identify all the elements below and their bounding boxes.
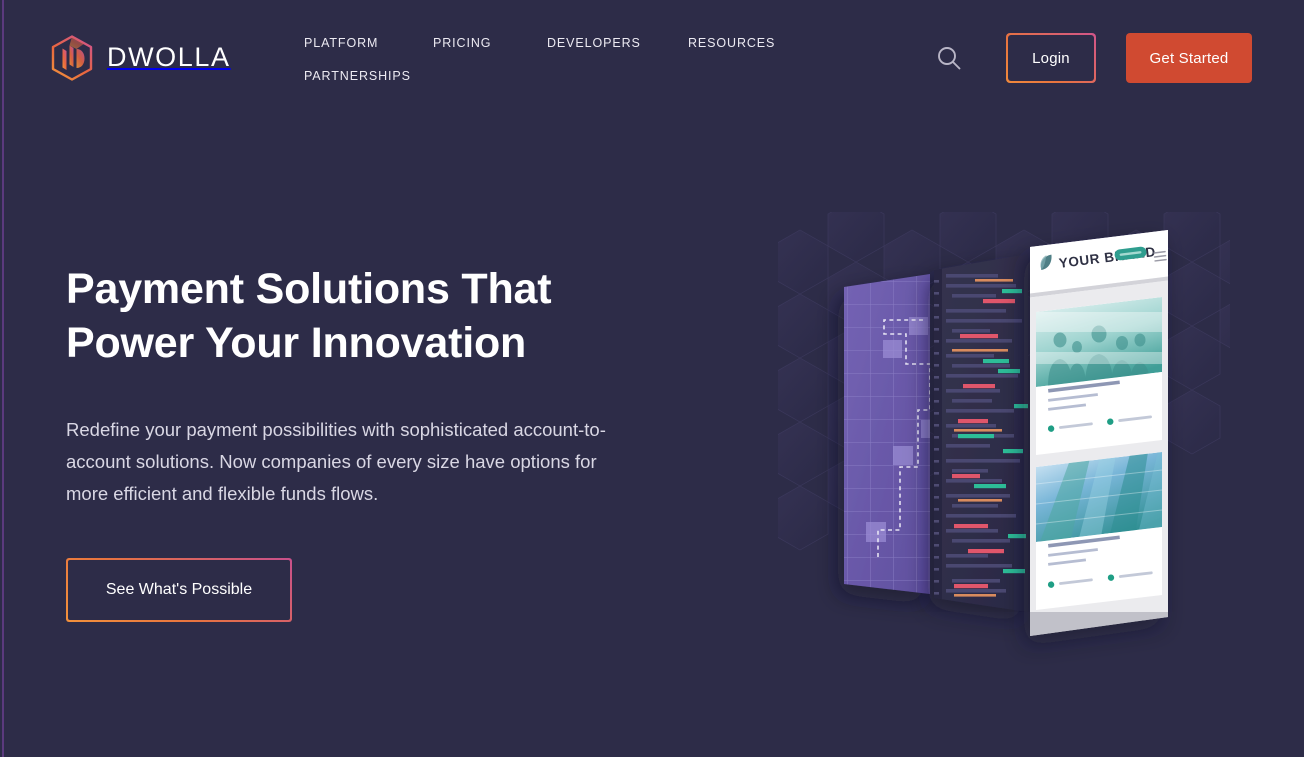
- login-button[interactable]: Login: [1006, 33, 1096, 83]
- brand-wordmark: DWOLLA: [107, 41, 231, 72]
- nav-item-resources[interactable]: RESOURCES: [688, 36, 775, 50]
- hero-illustration: YOUR BRAND: [778, 212, 1230, 668]
- nav-slot: PLATFORM: [304, 34, 433, 52]
- dwolla-hex-logo-icon: [51, 35, 93, 81]
- hero-subtitle: Redefine your payment possibilities with…: [66, 419, 606, 504]
- nav-slot: RESOURCES: [688, 34, 775, 52]
- hero-title-line-2: Power Your Innovation: [66, 319, 527, 367]
- see-whats-possible-button[interactable]: See What's Possible: [66, 558, 292, 622]
- site-header: DWOLLA PLATFORM PRICING DEVELOPERS RESOU…: [0, 0, 1304, 116]
- nav-row-primary: PLATFORM PRICING DEVELOPERS RESOURCES: [304, 34, 824, 52]
- search-icon: [938, 47, 961, 70]
- brand-logo-link[interactable]: DWOLLA: [50, 35, 231, 81]
- hero-title-line-1: Payment Solutions That: [66, 265, 552, 313]
- nav-item-partnerships[interactable]: PARTNERSHIPS: [304, 69, 411, 83]
- page-root: YOUR BRAND DWOLLA PLATFORM PRICING DEVEL…: [0, 0, 1304, 757]
- get-started-button[interactable]: Get Started: [1126, 33, 1252, 83]
- search-button[interactable]: [936, 45, 962, 71]
- nav-item-developers[interactable]: DEVELOPERS: [547, 36, 641, 50]
- see-whats-possible-label: See What's Possible: [68, 560, 290, 620]
- login-button-label: Login: [1008, 35, 1094, 81]
- page-title: Payment Solutions That Power Your Innova…: [66, 262, 686, 370]
- nav-slot: PARTNERSHIPS: [304, 67, 411, 85]
- nav-row-secondary: PARTNERSHIPS: [304, 67, 824, 85]
- nav-item-platform[interactable]: PLATFORM: [304, 36, 378, 50]
- header-actions: Login Get Started: [936, 33, 1304, 83]
- hero-section: Payment Solutions That Power Your Innova…: [66, 262, 686, 622]
- primary-nav: PLATFORM PRICING DEVELOPERS RESOURCES PA…: [304, 34, 824, 85]
- nav-slot: DEVELOPERS: [547, 34, 688, 52]
- left-edge-rail: [2, 0, 4, 757]
- nav-slot: PRICING: [433, 34, 547, 52]
- nav-item-pricing[interactable]: PRICING: [433, 36, 491, 50]
